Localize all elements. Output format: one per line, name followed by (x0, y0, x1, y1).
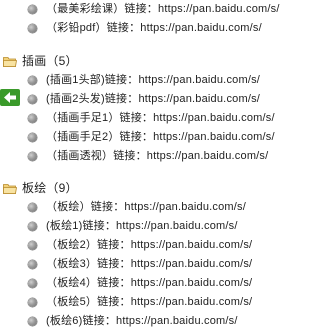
bullet-icon (28, 298, 37, 307)
bullet-icon (28, 260, 37, 269)
list-item[interactable]: （板绘）链接：https://pan.baidu.com/s/ (0, 198, 293, 217)
list-item-label: （板绘5）链接：https://pan.baidu.com/s/ (46, 296, 253, 308)
list-item[interactable]: （最美彩绘课）链接：https://pan.baidu.com/s/ (0, 0, 293, 19)
list-item-label: （彩铅pdf）链接：https://pan.baidu.com/s/ (46, 22, 262, 34)
back-tab[interactable] (0, 89, 20, 106)
folder-row[interactable]: 插画（5） (0, 52, 293, 71)
bullet-icon (28, 222, 37, 231)
bullet-icon (28, 5, 37, 14)
bullet-icon (28, 203, 37, 212)
bullet-icon (28, 24, 37, 33)
bullet-icon (28, 95, 37, 104)
bullet-icon (28, 76, 37, 85)
list-item-label: （板绘）链接：https://pan.baidu.com/s/ (46, 201, 246, 213)
folder-row[interactable]: 板绘（9） (0, 179, 293, 198)
list-item-label: （插画透视）链接：https://pan.baidu.com/s/ (46, 150, 269, 162)
arrow-left-icon (4, 92, 16, 103)
folder-label: 板绘（9） (22, 181, 78, 195)
bullet-icon (28, 317, 37, 326)
folder-label: 插画（5） (22, 54, 78, 68)
list-item[interactable]: (板绘1)链接：https://pan.baidu.com/s/ (0, 217, 293, 236)
list-item-label: (板绘6)链接：https://pan.baidu.com/s/ (46, 315, 238, 327)
list-item[interactable]: （板绘4）链接：https://pan.baidu.com/s/ (0, 274, 293, 293)
bullet-icon (28, 114, 37, 123)
list-item-label: (板绘1)链接：https://pan.baidu.com/s/ (46, 220, 238, 232)
bullet-icon (28, 152, 37, 161)
list-item-label: （最美彩绘课）链接：https://pan.baidu.com/s/ (46, 3, 280, 15)
list-item-label: (插画1头部)链接：https://pan.baidu.com/s/ (46, 74, 261, 86)
list-item[interactable]: （插画手足1）链接：https://pan.baidu.com/s/ (0, 109, 293, 128)
list-item-label: （插画手足1）链接：https://pan.baidu.com/s/ (46, 112, 275, 124)
list-item[interactable]: （板绘3）链接：https://pan.baidu.com/s/ (0, 255, 293, 274)
list-item[interactable]: （彩铅pdf）链接：https://pan.baidu.com/s/ (0, 19, 293, 38)
folder-icon (3, 57, 17, 67)
bullet-icon (28, 133, 37, 142)
list-item[interactable]: (插画2头发)链接：https://pan.baidu.com/s/ (0, 90, 293, 109)
list-item[interactable]: （板绘2）链接：https://pan.baidu.com/s/ (0, 236, 293, 255)
list-item[interactable]: （插画透视）链接：https://pan.baidu.com/s/ (0, 147, 293, 166)
list-item[interactable]: (插画1头部)链接：https://pan.baidu.com/s/ (0, 71, 293, 90)
list-item-label: (插画2头发)链接：https://pan.baidu.com/s/ (46, 93, 261, 105)
list-item[interactable]: （插画手足2）链接：https://pan.baidu.com/s/ (0, 128, 293, 147)
list-item-label: （板绘4）链接：https://pan.baidu.com/s/ (46, 277, 253, 289)
folder-icon (3, 184, 17, 194)
list-item[interactable]: (板绘6)链接：https://pan.baidu.com/s/ (0, 312, 293, 331)
list-item-label: （板绘2）链接：https://pan.baidu.com/s/ (46, 239, 253, 251)
list-item-label: （插画手足2）链接：https://pan.baidu.com/s/ (46, 131, 275, 143)
bullet-icon (28, 241, 37, 250)
list-item-label: （板绘3）链接：https://pan.baidu.com/s/ (46, 258, 253, 270)
list-item[interactable]: （板绘5）链接：https://pan.baidu.com/s/ (0, 293, 293, 312)
bullet-icon (28, 279, 37, 288)
